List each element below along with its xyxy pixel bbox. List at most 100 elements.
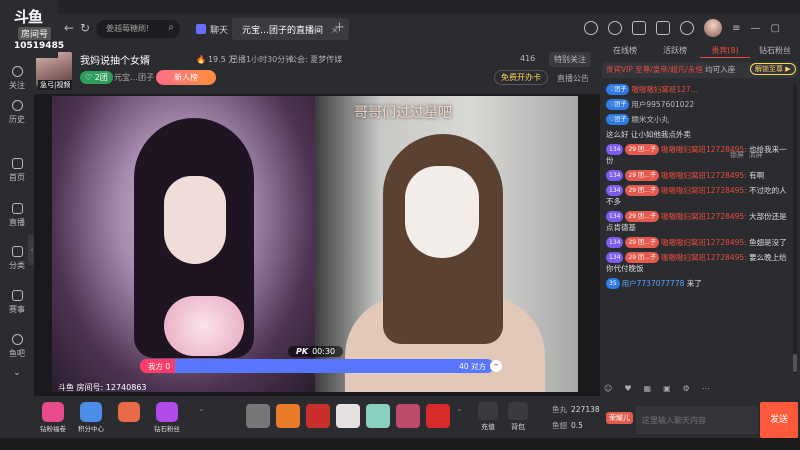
chat-message: ♡团子 用户9957601022 xyxy=(602,97,792,112)
special-follow-button[interactable]: 特别关注 xyxy=(549,52,591,67)
tab-chat[interactable]: 聊天 xyxy=(186,18,238,40)
pk-progress-bar: 我方 0 40 对方 xyxy=(140,359,494,373)
chat-username[interactable]: 嗷嗷嗷妇窝班12728495: xyxy=(661,186,747,195)
home-icon xyxy=(11,158,23,169)
chat-scrollbar[interactable] xyxy=(793,84,797,374)
level-badge[interactable]: 29 团…子 xyxy=(625,170,659,181)
more-icon[interactable]: ⋯ xyxy=(702,384,710,394)
history-icon[interactable] xyxy=(584,21,599,35)
settings-icon[interactable]: ⚙ xyxy=(683,384,690,394)
unlock-supreme-button[interactable]: 解锁至尊 ▶ xyxy=(750,63,796,75)
chat-username[interactable]: 糯米文小丸 xyxy=(631,115,669,124)
tab-live-room[interactable]: 元宝…团子的直播间 × xyxy=(232,18,349,40)
new-tab-icon[interactable]: + xyxy=(334,20,345,35)
diamond-fan-coupon-button[interactable]: 钻粉福卷 xyxy=(36,402,70,433)
back-icon[interactable]: ← xyxy=(64,21,74,35)
fan-badge[interactable]: 134 xyxy=(606,170,624,181)
tab-vip[interactable]: 贵宾(8) xyxy=(700,44,750,58)
announcement-link[interactable]: 直播公告 xyxy=(557,73,589,84)
fan-badge[interactable]: 134 xyxy=(606,211,624,222)
fan-badge[interactable]: 134 xyxy=(606,185,624,196)
backpack-button[interactable]: 背包 xyxy=(506,402,530,432)
points-center-button[interactable]: 积分中心 xyxy=(74,402,108,433)
fan-badge[interactable]: ♡团子 xyxy=(606,114,630,125)
chat-username[interactable]: 嗷嗷嗷妇窝班12728495: xyxy=(661,238,747,247)
sidebar-item-live[interactable]: 直播 xyxy=(0,203,34,228)
pk-right-score: 40 对方 xyxy=(459,362,486,371)
fan-badge[interactable]: 134 xyxy=(606,144,624,155)
fan-level-badge[interactable]: ♡ 2团 xyxy=(80,71,113,84)
gift-scroll-icon[interactable]: ⌃ xyxy=(456,408,463,417)
recharge-button[interactable]: 充值 xyxy=(476,402,500,432)
sidebar-item-home[interactable]: 首页 xyxy=(0,158,34,183)
chat-username[interactable]: 嗷嗷嗷妇窝班12728495: xyxy=(661,212,747,221)
fan-badge[interactable]: 35 xyxy=(606,278,620,289)
pk-minus-icon[interactable]: – xyxy=(490,360,502,372)
search-icon[interactable]: ⌕ xyxy=(168,22,174,33)
gift-item-6[interactable] xyxy=(396,404,420,428)
chat-username[interactable]: 用户7737077778 xyxy=(622,279,685,288)
gift-item-1[interactable] xyxy=(246,404,270,428)
diamond-icon[interactable] xyxy=(680,21,695,35)
chevron-down-icon[interactable]: ⌄ xyxy=(0,368,34,378)
fans-badge-button[interactable]: 荣耀儿 xyxy=(606,412,633,424)
search-input[interactable]: 姜越莓糖刷! ⌕ xyxy=(96,20,180,38)
lock-screen-button[interactable]: 锁屏 xyxy=(730,151,744,159)
chat-text: 来了 xyxy=(684,279,702,288)
image-icon[interactable]: ▦ xyxy=(644,384,652,394)
scroll-up-icon[interactable]: ⌃ xyxy=(198,408,205,417)
chat-username[interactable]: 嗷嗷嗷妇窝班12728495: xyxy=(661,253,747,262)
tab-diamond-fans[interactable]: 钻石粉丝 xyxy=(750,44,800,58)
level-badge[interactable]: 29 团…子 xyxy=(625,237,659,248)
user-avatar[interactable] xyxy=(704,19,723,37)
maximize-icon[interactable]: ▢ xyxy=(771,23,780,34)
chat-message: 134 29 团…子 嗷嗷嗷妇窝班12728495: 大部份还是点肯德基 xyxy=(602,209,792,235)
scrollbar-thumb[interactable] xyxy=(793,354,797,372)
video-player[interactable]: 哥哥们过过星吧 PK 00:30 我方 0 40 对方 – 斗鱼 房间号: 127… xyxy=(34,94,600,396)
new-rank-button[interactable]: 新人榜 xyxy=(156,70,216,85)
sidebar-item-events[interactable]: 赛事 xyxy=(0,290,34,315)
chat-text: 鱼翅是没了 xyxy=(746,238,787,247)
guild-label[interactable]: 公会: 夏梦传媒 xyxy=(289,54,342,65)
screenshot-icon[interactable]: ▣ xyxy=(663,384,671,394)
menu-icon[interactable]: ≡ xyxy=(732,23,740,34)
level-badge[interactable]: 29 团…子 xyxy=(625,211,659,222)
minimize-icon[interactable]: — xyxy=(751,23,761,34)
host-name[interactable]: 元宝…团子 xyxy=(114,72,154,83)
gift-box-icon[interactable] xyxy=(656,21,671,35)
message-icon[interactable] xyxy=(632,21,647,35)
chat-input[interactable] xyxy=(636,406,758,434)
free-card-button[interactable]: 免费开办卡 xyxy=(494,70,548,85)
heart-icon[interactable] xyxy=(608,21,623,35)
sidebar-item-follow[interactable]: 关注 xyxy=(0,66,34,91)
fan-badge[interactable]: ♡团子 xyxy=(606,84,630,95)
gift-item-5[interactable] xyxy=(366,404,390,428)
refresh-icon[interactable]: ↻ xyxy=(80,21,90,35)
chat-username[interactable]: 用户9957601022 xyxy=(631,100,694,109)
gift-item-7[interactable] xyxy=(426,404,450,428)
chat-username[interactable]: 嗷嗷嗷妇窝班127… xyxy=(631,85,698,94)
gift-item-3[interactable] xyxy=(306,404,330,428)
emoji-icon[interactable]: ☺ xyxy=(604,384,612,394)
level-badge[interactable]: 29 团…子 xyxy=(625,252,659,263)
fan-badge[interactable]: 134 xyxy=(606,252,624,263)
tab-online-rank[interactable]: 在线榜 xyxy=(600,44,650,58)
tab-active-rank[interactable]: 活跃榜 xyxy=(650,44,700,58)
sidebar-item-history[interactable]: 历史 xyxy=(0,100,34,125)
sidebar-item-fishbar[interactable]: 鱼吧 xyxy=(0,334,34,359)
send-button[interactable]: 发送 xyxy=(760,402,798,438)
level-badge[interactable]: 29 团…子 xyxy=(625,144,659,155)
bottom-toolbar: 钻粉福卷 积分中心 钻石粉丝 ⌃ ⌃ 充值 背包 鱼丸 227138 鱼翅 0.5 xyxy=(34,396,600,438)
heart-icon[interactable]: ♥ xyxy=(624,384,631,394)
chat-username[interactable]: 嗷嗷嗷妇窝班12728495: xyxy=(661,171,747,180)
gift-item-4[interactable] xyxy=(336,404,360,428)
clear-screen-button[interactable]: 清屏 xyxy=(748,151,762,159)
gift-bag-button[interactable] xyxy=(112,402,146,423)
fish-wings-balance: 鱼翅 0.5 xyxy=(552,421,583,430)
level-badge[interactable]: 29 团…子 xyxy=(625,185,659,196)
fan-badge[interactable]: 134 xyxy=(606,237,624,248)
gift-item-2[interactable] xyxy=(276,404,300,428)
host-face xyxy=(164,176,226,264)
diamond-fans-button[interactable]: 钻石粉丝 xyxy=(150,402,184,433)
fan-badge[interactable]: ♡团子 xyxy=(606,99,630,110)
